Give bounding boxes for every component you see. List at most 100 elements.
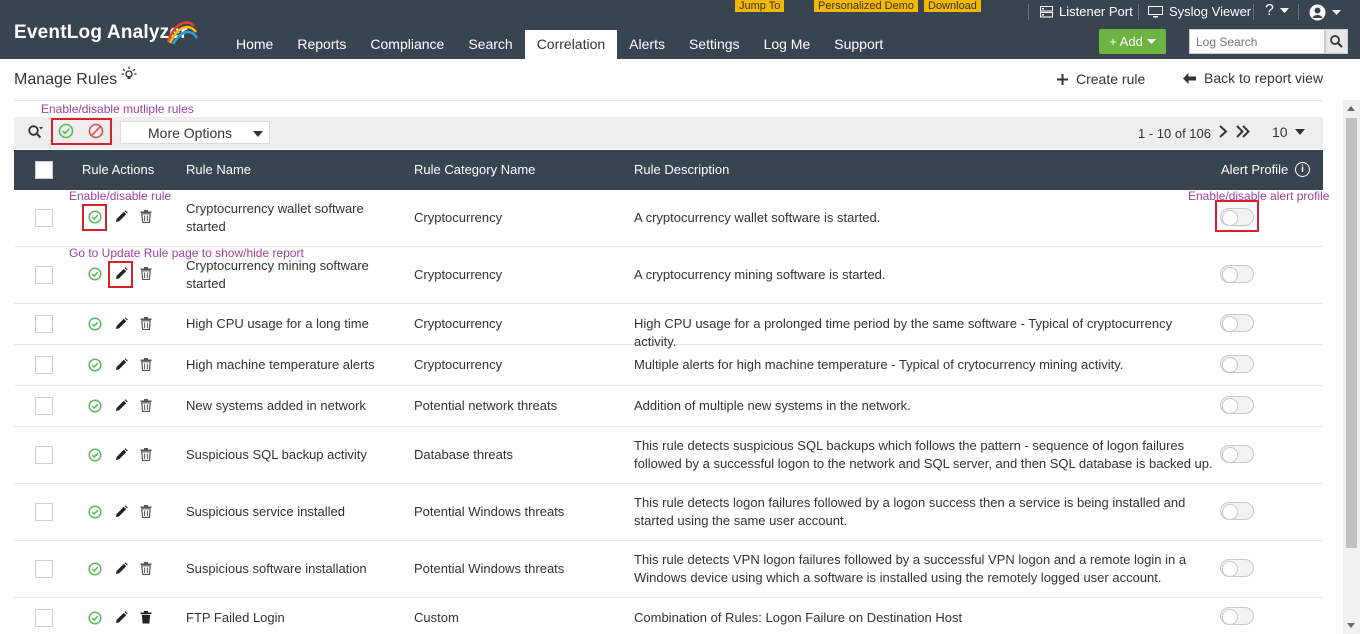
table-row: Suspicious service installed Potential W…: [14, 484, 1323, 541]
user-avatar-icon: [1309, 4, 1326, 21]
rule-name: Suspicious software installation: [186, 561, 367, 576]
nav-reports[interactable]: Reports: [285, 30, 358, 59]
alert-profile-toggle[interactable]: [1220, 502, 1254, 520]
column-rule-actions: Rule Actions: [82, 162, 155, 177]
enable-rule-icon[interactable]: [88, 358, 102, 372]
listener-port-link[interactable]: Listener Port: [1040, 4, 1133, 19]
nav-compliance[interactable]: Compliance: [358, 30, 456, 59]
enable-rule-icon[interactable]: [88, 562, 102, 576]
column-rule-category[interactable]: Rule Category Name: [414, 162, 535, 177]
nav-support[interactable]: Support: [822, 30, 895, 59]
rule-name: Cryptocurrency mining software started: [186, 258, 369, 291]
table-row: FTP Failed Login Custom Combination of R…: [14, 598, 1323, 634]
rule-category: Cryptocurrency: [414, 357, 503, 372]
delete-rule-icon[interactable]: [140, 562, 152, 575]
row-checkbox[interactable]: [35, 446, 53, 464]
enable-rule-icon[interactable]: [88, 399, 102, 413]
page-size-value: 10: [1272, 124, 1288, 140]
more-options-dropdown[interactable]: More Options: [120, 121, 270, 144]
delete-rule-icon[interactable]: [140, 210, 152, 223]
alert-profile-toggle[interactable]: [1220, 607, 1254, 625]
enable-rule-icon[interactable]: [88, 317, 102, 331]
alert-profile-toggle[interactable]: [1220, 445, 1254, 463]
edit-rule-icon[interactable]: [115, 562, 128, 575]
log-search-button[interactable]: [1325, 29, 1348, 54]
edit-rule-icon[interactable]: [115, 317, 128, 330]
rule-name: High machine temperature alerts: [186, 357, 375, 372]
nav-search[interactable]: Search: [456, 30, 524, 59]
jump-to-link[interactable]: Jump To: [735, 0, 785, 12]
nav-correlation[interactable]: Correlation: [524, 30, 618, 59]
alert-profile-toggle[interactable]: [1220, 265, 1254, 283]
enable-rule-icon[interactable]: [88, 448, 102, 462]
scroll-up-icon[interactable]: [1347, 106, 1355, 111]
edit-rule-icon[interactable]: [115, 358, 128, 371]
download-link[interactable]: Download: [924, 0, 981, 12]
scrollbar-thumb[interactable]: [1346, 118, 1357, 548]
row-checkbox[interactable]: [35, 503, 53, 521]
column-rule-description[interactable]: Rule Description: [634, 162, 729, 177]
back-to-report-view-link[interactable]: Back to report view: [1183, 70, 1323, 86]
create-rule-link[interactable]: Create rule: [1057, 71, 1145, 87]
nav-home[interactable]: Home: [224, 30, 285, 59]
pagination-range: 1 - 10 of 106: [1138, 126, 1211, 141]
rule-description: This rule detects suspicious SQL backups…: [634, 438, 1213, 471]
caret-down-icon: [253, 131, 263, 137]
enable-rule-icon[interactable]: [88, 505, 102, 519]
app-logo[interactable]: EventLog Analyzer: [14, 22, 188, 44]
enable-rule-icon[interactable]: [88, 267, 102, 281]
next-page-icon[interactable]: [1218, 125, 1228, 138]
top-header: EventLog Analyzer Jump To Personalized D…: [0, 0, 1360, 59]
last-page-icon[interactable]: [1236, 125, 1250, 138]
rule-name: FTP Failed Login: [186, 610, 285, 625]
edit-rule-icon[interactable]: [115, 399, 128, 412]
caret-down-icon: [1294, 129, 1305, 135]
nav-logme[interactable]: Log Me: [752, 30, 823, 59]
user-menu[interactable]: [1309, 4, 1341, 21]
row-checkbox[interactable]: [35, 397, 53, 415]
alert-profile-toggle[interactable]: [1220, 314, 1254, 332]
delete-rule-icon[interactable]: [140, 611, 152, 624]
edit-rule-icon[interactable]: [115, 505, 128, 518]
filter-search-icon[interactable]: [28, 125, 43, 139]
row-checkbox[interactable]: [35, 356, 53, 374]
highlight-bulk-actions: [51, 118, 112, 145]
enable-rule-icon[interactable]: [88, 611, 102, 625]
select-all-checkbox[interactable]: [35, 161, 53, 179]
row-checkbox[interactable]: [35, 209, 53, 227]
alert-profile-toggle[interactable]: [1220, 355, 1254, 373]
table-row: High CPU usage for a long time Cryptocur…: [14, 304, 1323, 349]
alert-profile-toggle[interactable]: [1220, 559, 1254, 577]
log-search-input[interactable]: [1189, 29, 1325, 54]
delete-rule-icon[interactable]: [140, 399, 152, 412]
info-icon[interactable]: i: [1295, 162, 1310, 177]
personalized-demo-link[interactable]: Personalized Demo: [814, 0, 918, 12]
add-button[interactable]: + Add: [1099, 29, 1166, 54]
delete-rule-icon[interactable]: [140, 505, 152, 518]
delete-rule-icon[interactable]: [140, 448, 152, 461]
delete-rule-icon[interactable]: [140, 358, 152, 371]
syslog-viewer-link[interactable]: Syslog Viewer: [1148, 4, 1251, 19]
rule-description: Multiple alerts for high machine tempera…: [634, 357, 1124, 372]
edit-rule-icon[interactable]: [115, 210, 128, 223]
help-menu[interactable]: ?: [1265, 2, 1289, 20]
rule-name: Suspicious SQL backup activity: [186, 447, 367, 462]
nav-alerts[interactable]: Alerts: [617, 30, 677, 59]
rules-toolbar: More Options 1 - 10 of 106 10: [14, 117, 1323, 149]
row-checkbox[interactable]: [35, 266, 53, 284]
page-size-dropdown[interactable]: 10: [1272, 124, 1305, 140]
nav-settings[interactable]: Settings: [677, 30, 752, 59]
vertical-scrollbar[interactable]: [1343, 100, 1360, 634]
delete-rule-icon[interactable]: [140, 267, 152, 280]
page-title: Manage Rules: [14, 71, 118, 88]
column-rule-name[interactable]: Rule Name: [186, 162, 251, 177]
lightbulb-icon[interactable]: [121, 66, 137, 82]
row-checkbox[interactable]: [35, 315, 53, 333]
scroll-down-icon[interactable]: [1347, 623, 1355, 628]
edit-rule-icon[interactable]: [115, 448, 128, 461]
edit-rule-icon[interactable]: [115, 611, 128, 624]
row-checkbox[interactable]: [35, 560, 53, 578]
delete-rule-icon[interactable]: [140, 317, 152, 330]
row-checkbox[interactable]: [35, 609, 53, 627]
alert-profile-toggle[interactable]: [1220, 396, 1254, 414]
